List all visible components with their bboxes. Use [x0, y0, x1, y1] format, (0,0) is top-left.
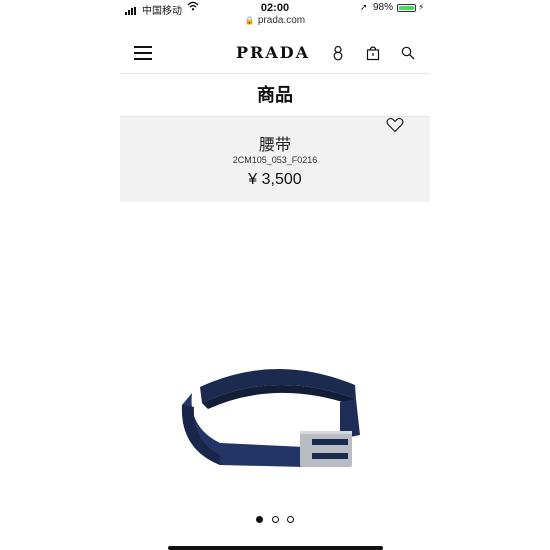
product-price: ¥ 3,500 — [248, 171, 302, 188]
page-title: 商品 — [257, 85, 293, 105]
product-info-card: 腰带 2CM105_053_F0216 ¥ 3,500 — [120, 116, 430, 203]
battery-percent: 98% — [373, 2, 394, 13]
bag-icon[interactable] — [365, 45, 381, 61]
lock-icon: 🔒 — [244, 16, 255, 25]
search-icon[interactable] — [400, 45, 416, 61]
url-text: prada.com — [257, 15, 306, 26]
user-icon[interactable] — [330, 45, 346, 61]
belt-product-image — [181, 368, 360, 467]
status-bar: 中国移动 02:00 ➚ 98% ⚡ — [120, 0, 430, 17]
address-bar[interactable]: 🔒 prada.com — [120, 15, 430, 26]
site-header: PRADA — [120, 33, 430, 74]
carousel-dot[interactable] — [271, 516, 279, 523]
brand-logo[interactable]: PRADA — [236, 43, 310, 62]
charging-icon: ⚡ — [418, 2, 425, 12]
location-arrow-icon: ➚ — [360, 2, 368, 12]
home-indicator[interactable] — [168, 546, 383, 550]
product-image-carousel[interactable] — [120, 202, 430, 502]
battery-icon — [397, 4, 416, 12]
carousel-dot[interactable] — [286, 516, 294, 523]
product-name: 腰带 — [258, 137, 291, 154]
carousel-indicator — [120, 510, 430, 528]
product-code: 2CM105_053_F0216 — [232, 155, 318, 165]
carousel-dot[interactable] — [256, 516, 264, 523]
phone-screen: 中国移动 02:00 ➚ 98% ⚡ 🔒 prada.com PRADA 商品 腰… — [120, 0, 430, 550]
menu-icon[interactable] — [134, 46, 152, 60]
